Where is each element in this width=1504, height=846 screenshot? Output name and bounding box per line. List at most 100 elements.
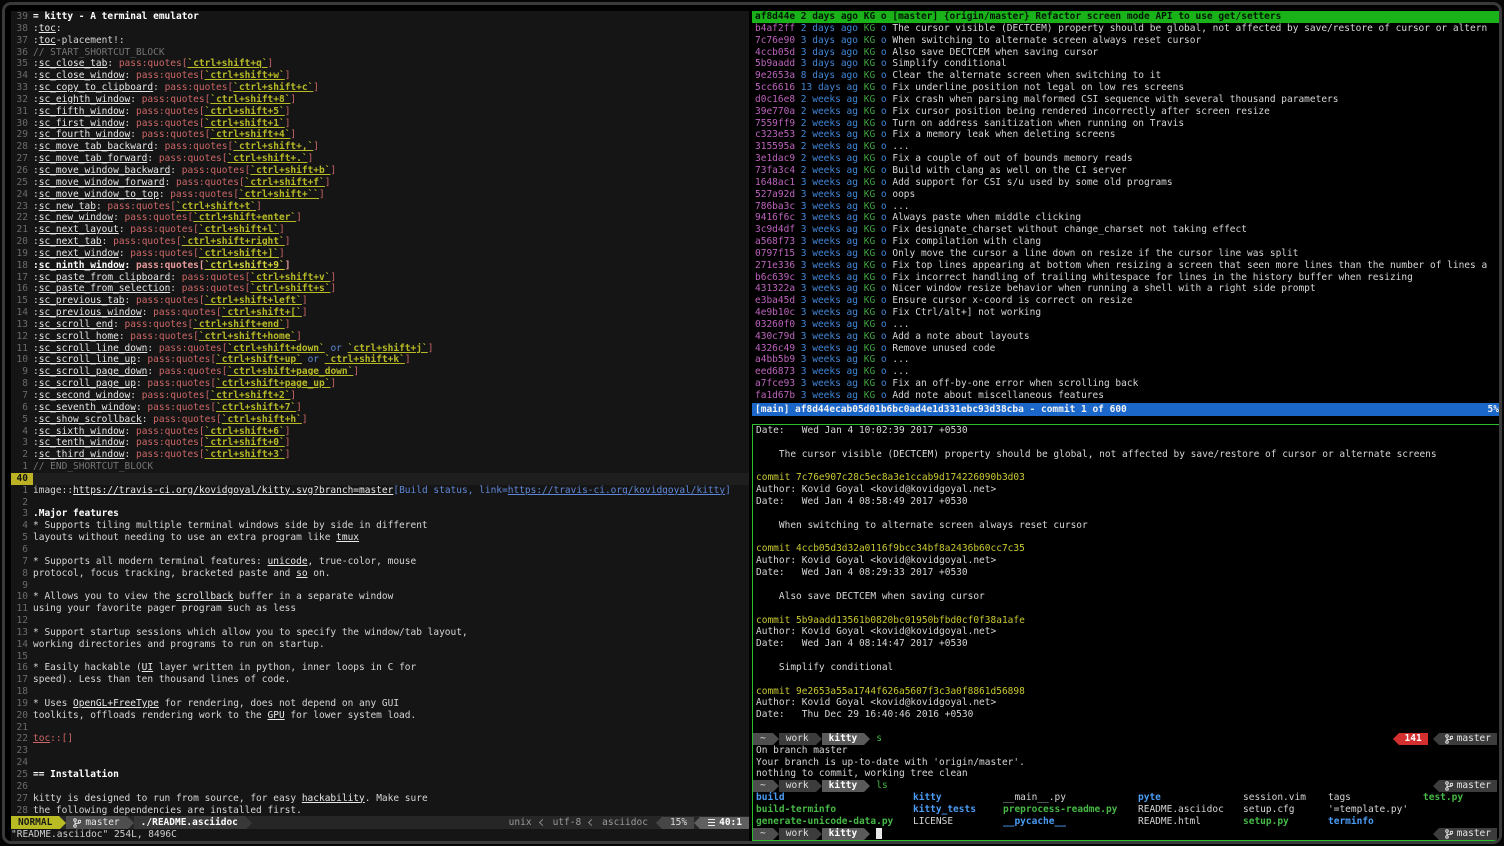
shell-prompt: ~workkittylsmaster — [753, 780, 1499, 792]
powerline-arrow — [864, 828, 870, 840]
editor-line: 10* Allows you to view the scrollback bu… — [11, 591, 749, 603]
editor-line: 33:sc_copy_to_clipboard: pass:quotes[`ct… — [11, 82, 749, 94]
shell-line — [753, 721, 1499, 733]
editor-line: 19* Uses OpenGL+FreeType for rendering, … — [11, 698, 749, 710]
chevron-left-icon — [539, 819, 546, 826]
git-branch-icon — [1445, 734, 1453, 744]
editor-line: 20toolkits, offloads rendering work to t… — [11, 710, 749, 722]
editor-line: 4:sc_sixth_window: pass:quotes[`ctrl+shi… — [11, 426, 749, 438]
prompt-git-branch: master — [1439, 780, 1497, 792]
editor-line: 31:sc_fifth_window: pass:quotes[`ctrl+sh… — [11, 106, 749, 118]
git-log-row: b4af2ff 2 days ago KG o The cursor visib… — [752, 23, 1502, 35]
window-frame: 39= kitty - A terminal emulator38:toc:37… — [2, 2, 1502, 844]
shell-line: Author: Kovid Goyal <kovid@kovidgoyal.ne… — [753, 555, 1499, 567]
git-log-row: fa1d67b 3 weeks ag KG o Add note about m… — [752, 390, 1502, 402]
editor-line: 13:sc_scroll_end: pass:quotes[`ctrl+shif… — [11, 319, 749, 331]
shell-content: Date: Wed Jan 4 10:02:39 2017 +0530 The … — [753, 425, 1499, 840]
git-log-row: 1648ac1 3 weeks ag KG o Add support for … — [752, 177, 1502, 189]
prompt-right: 141master — [1393, 733, 1498, 745]
chevron-left-icon — [588, 819, 595, 826]
prompt-segment-kitty: kitty — [822, 780, 865, 792]
editor-line: 30:sc_first_window: pass:quotes[`ctrl+sh… — [11, 118, 749, 130]
prompt-right: master — [1433, 828, 1497, 840]
shell-line — [753, 532, 1499, 544]
editor-line: 9 — [11, 580, 749, 592]
editor-line: 14:sc_previous_window: pass:quotes[`ctrl… — [11, 307, 749, 319]
git-log-row: a4bb5b9 3 weeks ag KG o ... — [752, 354, 1502, 366]
git-log-row: eed6873 3 weeks ag KG o ... — [752, 366, 1502, 378]
git-log-row: 3c9d4df 3 weeks ag KG o Fix designate_ch… — [752, 224, 1502, 236]
editor-line: 3.Major features — [11, 508, 749, 520]
git-log-row: 03260f0 3 weeks ag KG o ... — [752, 319, 1502, 331]
scroll-progress: 15% — [663, 817, 694, 829]
editor-line: 3:sc_tenth_window: pass:quotes[`ctrl+shi… — [11, 437, 749, 449]
editor-line: 1// END_SHORTCUT_BLOCK — [11, 461, 749, 473]
git-log-row: 431322a 3 weeks ag KG o Nicer window res… — [752, 283, 1502, 295]
editor-line: 24:sc_move_window_to_top: pass:quotes[`c… — [11, 189, 749, 201]
exit-code-badge: 141 — [1399, 733, 1428, 745]
editor-line: 15:sc_previous_tab: pass:quotes[`ctrl+sh… — [11, 295, 749, 307]
powerline-arrow — [694, 816, 701, 829]
prompt-segment-home: ~ — [753, 780, 773, 792]
git-log-row: e3ba45d 3 weeks ag KG o Ensure cursor x-… — [752, 295, 1502, 307]
git-log-selected-row: af8d44e 2 days ago KG o [master] {origin… — [752, 11, 1502, 23]
powerline-arrow — [656, 816, 663, 829]
shell-line: Date: Wed Jan 4 08:14:47 2017 +0530 — [753, 638, 1499, 650]
git-log-row: 73fa3c4 2 weeks ag KG o Build with clang… — [752, 165, 1502, 177]
file-type: asciidoc — [600, 817, 650, 829]
prompt-segment-work: work — [779, 733, 816, 745]
kitty-terminal-window: 39= kitty - A terminal emulator38:toc:37… — [0, 0, 1504, 846]
editor-line: 26 — [11, 781, 749, 793]
editor-cursor-line: 40 — [11, 473, 749, 485]
shell-pane[interactable]: Date: Wed Jan 4 10:02:39 2017 +0530 The … — [752, 424, 1500, 841]
powerline-arrow — [59, 816, 66, 829]
file-format: unix — [507, 817, 534, 829]
editor-line: 14working directories and programs to ru… — [11, 639, 749, 651]
git-log-status-text: [main] af8d44ecab05d01b6bc0ad4e1d331ebc9… — [755, 404, 1127, 416]
editor-line: 29:sc_fourth_window: pass:quotes[`ctrl+s… — [11, 129, 749, 141]
editor-line: 23 — [11, 745, 749, 757]
git-log-row: 4326c49 3 weeks ag KG o Remove unused co… — [752, 343, 1502, 355]
editor-line: 35:sc_close_tab: pass:quotes[`ctrl+shift… — [11, 58, 749, 70]
shell-line: commit 9e2653a55a1744f626a5607f3c3a0f886… — [753, 686, 1499, 698]
git-branch-icon — [73, 818, 81, 828]
editor-buffer: 39= kitty - A terminal emulator38:toc:37… — [11, 11, 749, 816]
editor-line: 34:sc_close_window: pass:quotes[`ctrl+sh… — [11, 70, 749, 82]
git-log-row: 0797f15 3 weeks ag KG o Only move the cu… — [752, 248, 1502, 260]
prompt-segment-home: ~ — [753, 733, 773, 745]
shell-line — [753, 461, 1499, 473]
editor-line: 16* Easily hackable (UI layer written in… — [11, 662, 749, 674]
editor-line: 13* Support startup sessions which allow… — [11, 627, 749, 639]
git-log-rows: af8d44e 2 days ago KG o [master] {origin… — [752, 11, 1502, 402]
shell-line: Date: Wed Jan 4 10:02:39 2017 +0530 — [753, 425, 1499, 437]
git-log-row: b6c639c 3 weeks ag KG o Fix incorrect ha… — [752, 272, 1502, 284]
shell-line: Author: Kovid Goyal <kovid@kovidgoyal.ne… — [753, 484, 1499, 496]
right-column: af8d44e 2 days ago KG o [master] {origin… — [752, 11, 1502, 843]
editor-line: 28:sc_move_tab_backward: pass:quotes[`ct… — [11, 141, 749, 153]
shell-line — [753, 437, 1499, 449]
git-branch-icon — [1445, 781, 1453, 791]
editor-line: 8:sc_scroll_page_up: pass:quotes[`ctrl+s… — [11, 378, 749, 390]
shell-line: Author: Kovid Goyal <kovid@kovidgoyal.ne… — [753, 626, 1499, 638]
git-log-row: 527a92d 3 weeks ag KG o oops — [752, 189, 1502, 201]
editor-line: 11using your favorite pager program such… — [11, 603, 749, 615]
shell-line: When switching to alternate screen alway… — [753, 520, 1499, 532]
statusline-right: unix utf-8 asciidoc 15% 40:1 — [507, 816, 749, 829]
shell-line: Date: Thu Dec 29 16:40:46 2016 +0530 — [753, 709, 1499, 721]
prompt-segment-work: work — [779, 828, 816, 840]
git-log-row: 39e770a 2 weeks ag KG o Fix cursor posit… — [752, 106, 1502, 118]
git-log-pane[interactable]: af8d44e 2 days ago KG o [master] {origin… — [752, 11, 1502, 416]
editor-line: 38:toc: — [11, 23, 749, 35]
git-log-row: 3e1dac9 2 weeks ag KG o Fix a couple of … — [752, 153, 1502, 165]
line-number-icon — [708, 819, 715, 826]
vim-editor-pane[interactable]: 39= kitty - A terminal emulator38:toc:37… — [11, 11, 749, 843]
shell-line: Simplify conditional — [753, 662, 1499, 674]
shell-prompt: ~workkittymaster — [753, 828, 1499, 840]
editor-line: 27kitty is designed to run from source, … — [11, 793, 749, 805]
shell-line: commit 5b9aadd13561b0820bc01950bfbd0cf0f… — [753, 615, 1499, 627]
shell-line: On branch master — [753, 745, 1499, 757]
shell-command: s — [870, 733, 882, 745]
git-log-row: 430c79d 3 weeks ag KG o Add a note about… — [752, 331, 1502, 343]
shell-prompt: ~workkittys141master — [753, 733, 1499, 745]
git-log-row: 9e2653a 8 days ago KG o Clear the altern… — [752, 70, 1502, 82]
